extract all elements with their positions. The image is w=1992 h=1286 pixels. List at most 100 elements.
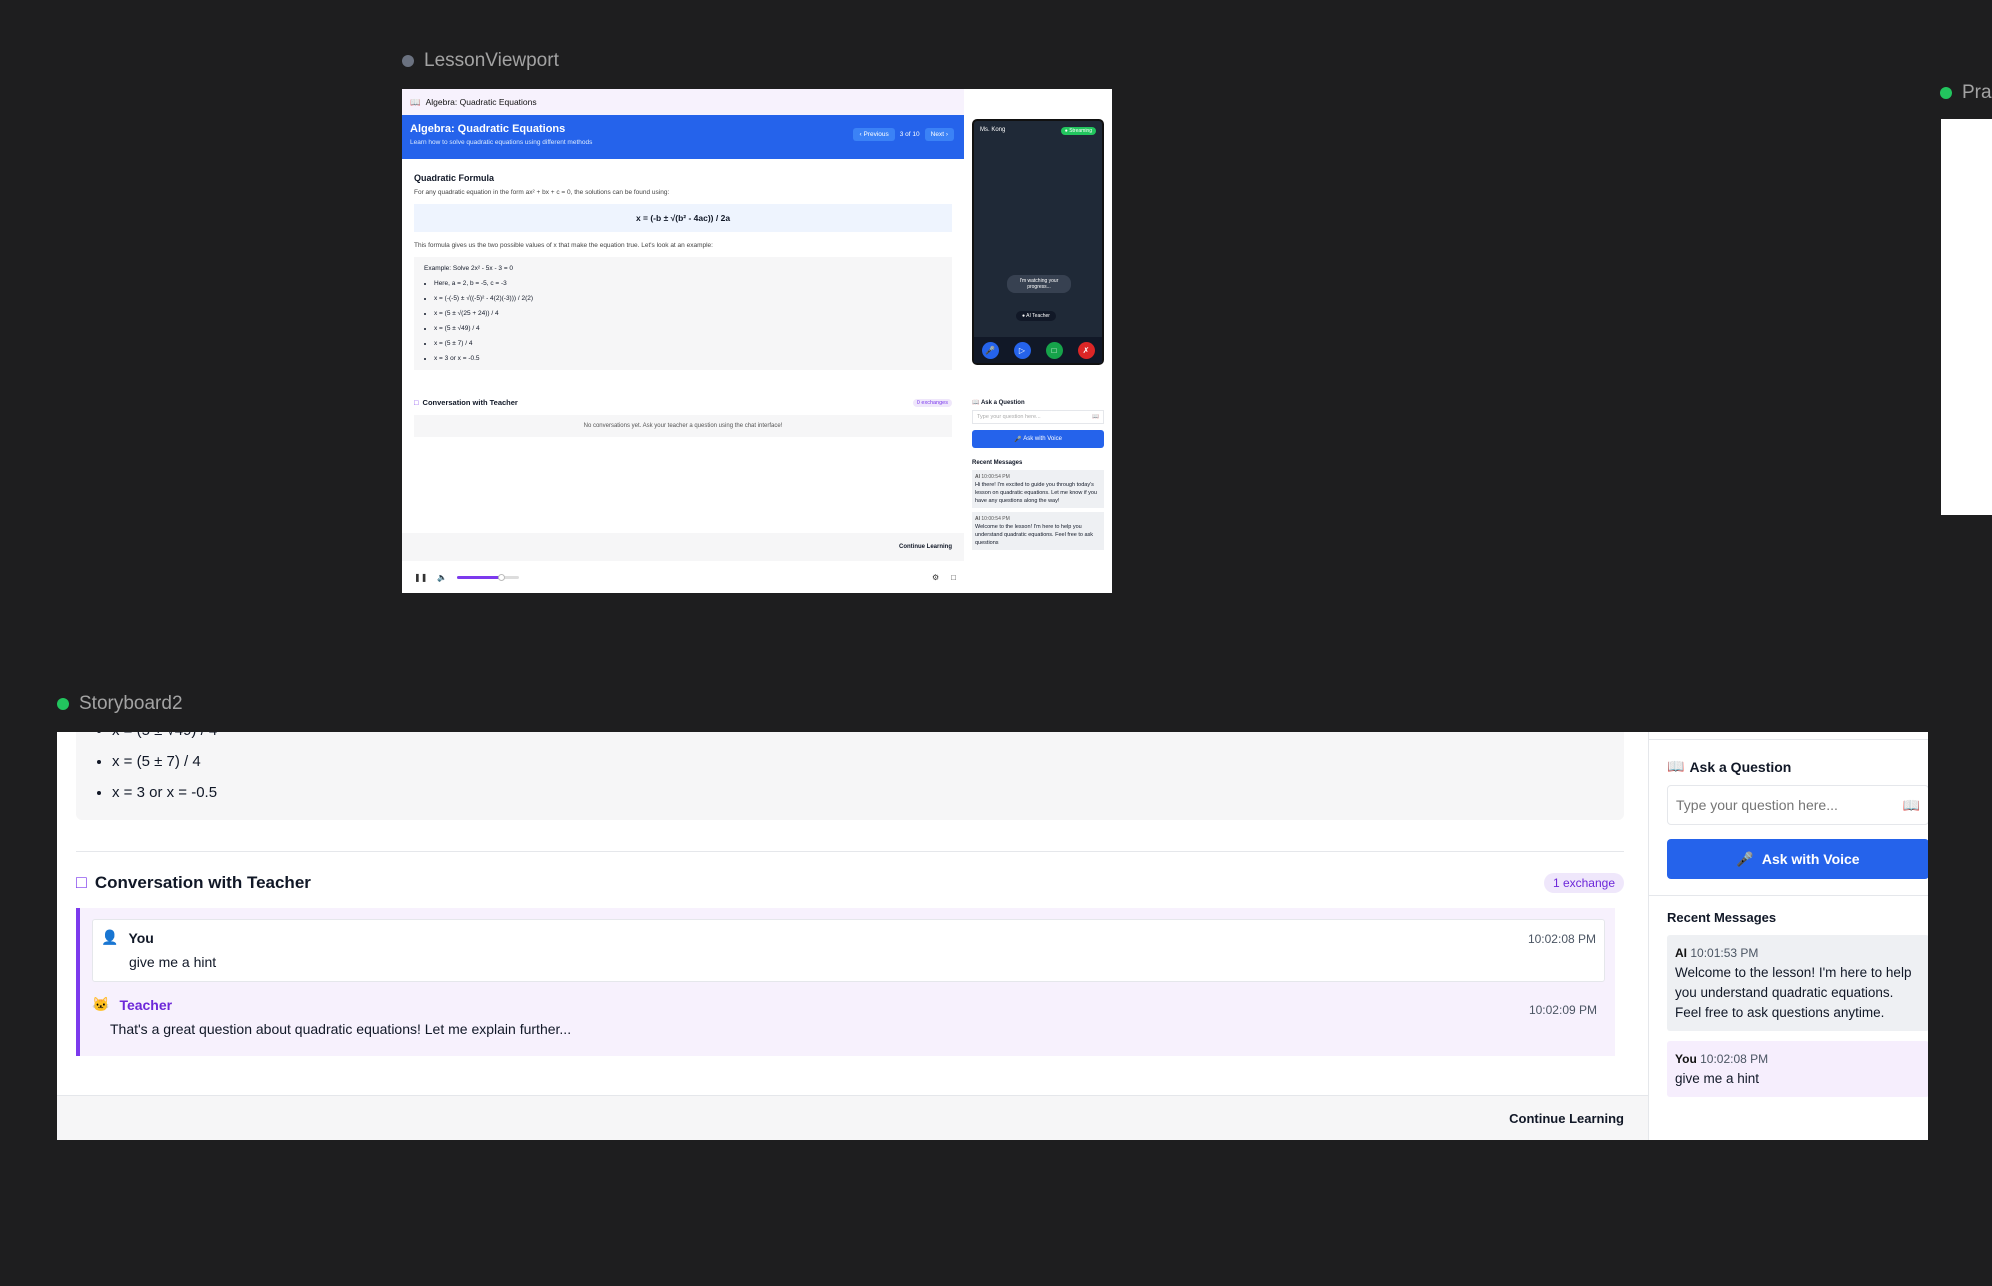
divider [1649,732,1928,740]
formula-box: x = (-b ± √(b² - 4ac)) / 2a [414,204,952,232]
message-text: give me a hint [1675,1071,1760,1086]
media-controls: ❚❚ 🔈 ⚙ □ [402,561,964,593]
conversation-header: □ Conversation with Teacher 0 exchanges [414,398,952,407]
list-item: x = (5 ± √49) / 4 [112,732,1624,743]
message-meta: AI 10:01:53 PM [1675,943,1921,963]
chat-icon[interactable]: □ [1045,341,1063,359]
volume-icon[interactable]: 🔈 [437,573,447,582]
teacher-name: Ms. Kong [980,127,1006,133]
fullscreen-icon[interactable]: □ [951,573,956,582]
recent-messages-title: Recent Messages [1667,910,1777,925]
page-indicator: 3 of 10 [899,131,920,138]
divider [1649,895,1928,896]
book-icon[interactable]: 📖 [1092,414,1099,420]
message-time: 10:00:54 PM [981,516,1010,522]
video-header: Ms. Kong ● Streaming [980,127,1096,135]
chat-icon: □ [76,872,87,892]
storyboard-footer: Continue Learning [57,1095,1648,1140]
breadcrumb-text: Algebra: Quadratic Equations [425,97,537,107]
voice-label: Ask with Voice [1023,436,1062,442]
conversation-thread: 👤 You 10:02:08 PM give me a hint 🐱 Teach… [76,908,1615,1056]
lesson-footer: Continue Learning [402,533,964,561]
conversation-title: Conversation with Teacher [422,398,518,407]
microphone-icon[interactable]: 🎤 [981,341,999,359]
voice-label: Ask with Voice [1761,851,1860,867]
message-time: 10:02:09 PM [1528,1003,1597,1017]
status-dot [1940,87,1952,99]
end-call-icon[interactable]: ✗ [1077,341,1095,359]
status-text: Streaming [1069,128,1092,134]
list-item: x = 3 or x = -0.5 [112,780,1624,805]
ask-with-voice-button[interactable]: 🎤 Ask with Voice [1667,839,1928,879]
lesson-header: Algebra: Quadratic Equations Learn how t… [402,115,964,159]
book-icon: 📖 [972,400,980,406]
continue-learning-button[interactable]: Continue Learning [1509,1111,1624,1126]
message-header: 🐱 Teacher [92,996,1605,1013]
message-time: 10:01:53 PM [1690,946,1759,960]
teacher-label: Teacher [119,996,173,1013]
message-meta: AI 10:00:54 PM [975,473,1101,481]
conversation-title-text: Conversation with Teacher [94,872,311,892]
list-item: x = (5 ± √49) / 4 [434,325,942,332]
ask-title: 📖 Ask a Question [972,399,1104,406]
ask-with-voice-button[interactable]: 🎤 Ask with Voice [972,430,1104,448]
message-author: You [1675,1052,1697,1066]
book-icon[interactable]: 📖 [1903,797,1920,814]
next-label: Next [930,131,945,138]
user-avatar-icon: 👤 [101,929,119,945]
book-icon: 📖 [410,96,421,107]
pause-icon[interactable]: ❚❚ [414,573,427,582]
message-meta: AI 10:00:54 PM [975,515,1101,523]
frame-label-storyboard[interactable]: Storyboard2 [57,693,183,715]
recent-message: You 10:02:08 PM give me a hint [1667,1041,1928,1097]
message-header: 👤 You [101,929,1596,946]
camera-icon[interactable]: ▷ [1013,341,1031,359]
settings-icon[interactable]: ⚙ [932,573,939,582]
recent-message: AI 10:00:54 PM Hi there! I'm excited to … [972,470,1104,508]
list-item: x = (5 ± 7) / 4 [434,340,942,347]
lesson-viewport-frame[interactable]: 📖 Algebra: Quadratic Equations Algebra: … [402,89,1112,593]
teacher-video: Ms. Kong ● Streaming I'm watching your p… [972,119,1104,365]
message-meta: You 10:02:08 PM [1675,1049,1921,1069]
list-item: x = 3 or x = -0.5 [434,355,942,362]
question-input[interactable]: Type your question here... 📖 [972,410,1104,424]
previous-button[interactable]: ‹ Previous [853,128,895,141]
empty-conversation: No conversations yet. Ask your teacher a… [414,415,952,437]
example-box: Example: Solve 2x² - 5x - 3 = 0 Here, a … [414,257,952,370]
intro-text: For any quadratic equation in the form a… [414,189,670,196]
frame-name: LessonViewport [424,50,559,71]
recent-messages-title: Recent Messages [972,460,1023,466]
section-title: Quadratic Formula [414,173,495,183]
message-text: Welcome to the lesson! I'm here to help … [1675,965,1912,1020]
ai-teacher-label: ● AI Teacher [1016,311,1056,321]
message-author: AI [975,474,980,480]
question-field[interactable]: 📖 [1667,785,1928,825]
message-author: AI [975,516,980,522]
frame-label-lesson-viewport[interactable]: LessonViewport [402,50,559,72]
example-title: Example: Solve 2x² - 5x - 3 = 0 [424,265,514,272]
book-icon: 📖 [1667,758,1685,774]
list-item: x = (5 ± 7) / 4 [112,749,1624,774]
practice-frame-peek[interactable] [1941,119,1992,515]
recent-message: AI 10:01:53 PM Welcome to the lesson! I'… [1667,935,1928,1031]
volume-slider[interactable] [457,573,520,581]
question-placeholder: Type your question here... [977,414,1041,420]
status-dot [57,698,69,710]
question-input[interactable] [1676,797,1886,813]
example-steps: x = (5 ± √49) / 4 x = (5 ± 7) / 4 x = 3 … [76,732,1624,820]
lesson-content: Quadratic Formula For any quadratic equa… [402,159,964,559]
volume-knob[interactable] [497,573,505,581]
ask-title-text: Ask a Question [1689,758,1792,775]
list-item: Here, a = 2, b = -5, c = -3 [434,280,942,287]
continue-learning-button[interactable]: Continue Learning [899,544,952,550]
frame-label-peek[interactable]: Pra [1940,82,1992,104]
chat-icon: □ [414,398,419,407]
teacher-message: 🐱 Teacher 10:02:09 PM That's a great que… [92,982,1605,1037]
exchanges-badge: 0 exchanges [912,398,952,407]
list-item: x = (-(-5) ± √((-5)² - 4(2)(-3))) / 2(2) [434,295,942,302]
lesson-nav: ‹ Previous 3 of 10 Next › [853,128,954,141]
message-text: give me a hint [129,954,217,970]
next-button[interactable]: Next › [924,128,954,141]
example-steps: Here, a = 2, b = -5, c = -3 x = (-(-5) ±… [424,280,942,362]
storyboard-frame[interactable]: x = (5 ± √49) / 4 x = (5 ± 7) / 4 x = 3 … [57,732,1928,1140]
